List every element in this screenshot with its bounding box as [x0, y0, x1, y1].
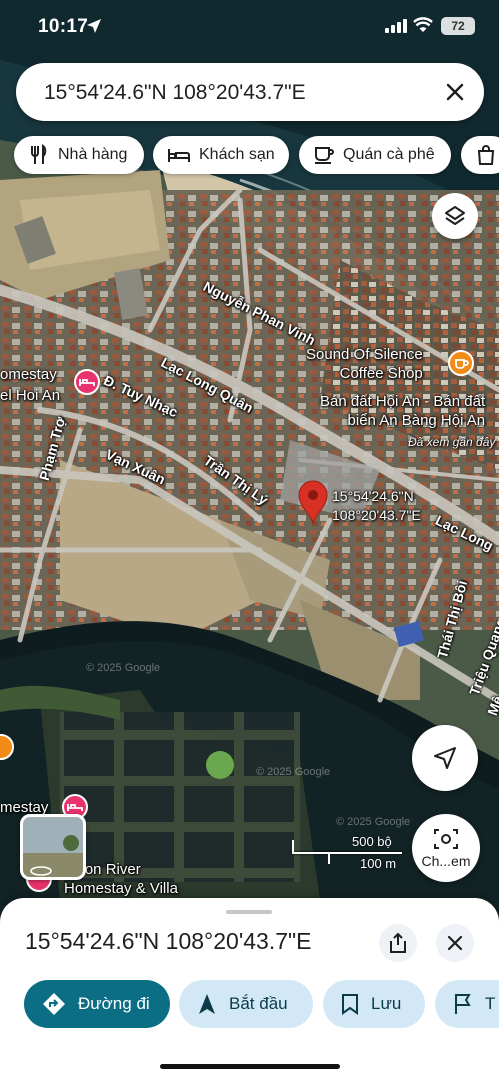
map-watermark: © 2025 Google — [336, 816, 411, 828]
shopping-bag-icon — [477, 145, 495, 165]
home-indicator[interactable] — [160, 1064, 340, 1069]
scale-imperial: 500 bộ — [352, 834, 392, 849]
location-arrow-icon — [87, 19, 101, 33]
close-icon[interactable] — [442, 79, 468, 105]
poi-label[interactable]: Bán đất Hội An - Bán đất biển An Bàng Hộ… — [320, 392, 485, 430]
map-watermark: © 2025 Google — [86, 662, 161, 674]
label-label: T — [485, 994, 496, 1013]
navigation-arrow-icon — [199, 994, 215, 1014]
share-icon — [390, 932, 406, 953]
share-button[interactable] — [379, 924, 417, 962]
close-sheet-button[interactable] — [436, 924, 474, 962]
layers-button[interactable] — [432, 193, 478, 239]
location-pin-icon — [298, 480, 328, 524]
recently-viewed-label: Đã xem gần đây — [408, 435, 496, 449]
status-bar: 10:17 72 — [0, 0, 499, 52]
drag-handle[interactable] — [226, 910, 272, 914]
bed-icon — [168, 149, 190, 162]
save-button[interactable]: Lưu — [323, 980, 425, 1028]
directions-icon — [43, 993, 65, 1015]
save-label: Lưu — [371, 994, 402, 1013]
chip-hotels[interactable]: Khách sạn — [153, 136, 289, 174]
camera-scan-icon — [434, 829, 458, 849]
label-button[interactable]: T — [435, 980, 499, 1028]
chip-restaurants[interactable]: Nhà hàng — [14, 136, 144, 174]
search-bar[interactable]: 15°54'24.6"N 108°20'43.7"E — [16, 63, 484, 121]
directions-label: Đường đi — [78, 994, 150, 1013]
poi-label[interactable]: el Hoi An — [0, 386, 60, 405]
search-query[interactable]: 15°54'24.6"N 108°20'43.7"E — [44, 81, 306, 105]
close-icon — [447, 935, 463, 951]
dropped-pin[interactable] — [298, 480, 328, 524]
battery-indicator: 72 — [441, 17, 475, 35]
pin-coordinates-label: 15°54'24.6"N 108°20'43.7"E — [332, 488, 421, 523]
bed-icon — [79, 379, 95, 386]
status-time: 10:17 — [38, 16, 89, 37]
bookmark-icon — [342, 994, 358, 1015]
start-label: Bắt đầu — [229, 994, 288, 1013]
hotel-poi-marker[interactable] — [74, 369, 100, 395]
camera-search-button[interactable]: Ch...em — [412, 814, 480, 882]
chip-label: Quán cà phê — [343, 146, 435, 163]
my-location-button[interactable] — [412, 725, 478, 791]
camera-button-label: Ch...em — [421, 853, 471, 869]
directions-button[interactable]: Đường đi — [24, 980, 170, 1028]
poi-label[interactable]: Sound Of Silence Coffee Shop — [306, 345, 423, 383]
chip-cafes[interactable]: Quán cà phê — [299, 136, 451, 174]
scale-metric: 100 m — [360, 856, 397, 871]
navigation-arrow-icon — [434, 747, 456, 769]
coffee-cup-icon — [455, 359, 469, 369]
fork-knife-icon — [31, 144, 47, 164]
chip-shopping[interactable] — [461, 136, 499, 174]
start-button[interactable]: Bắt đầu — [179, 980, 313, 1028]
street-view-thumbnail[interactable] — [20, 814, 86, 880]
chip-label: Khách sạn — [199, 146, 275, 163]
street-view-360-icon — [30, 866, 52, 876]
flag-icon — [455, 994, 471, 1014]
map-watermark: © 2025 Google — [256, 766, 331, 778]
wifi-icon — [413, 17, 433, 32]
coffee-poi-marker[interactable] — [448, 350, 474, 376]
place-title: 15°54'24.6"N 108°20'43.7"E — [25, 928, 312, 954]
chip-label: Nhà hàng — [58, 146, 128, 163]
map-scale: 500 bộ 100 m — [292, 834, 404, 874]
cellular-signal-icon — [385, 19, 407, 33]
coffee-cup-icon — [315, 147, 334, 164]
place-bottom-sheet[interactable]: 15°54'24.6"N 108°20'43.7"E Đường đi Bắt … — [0, 898, 499, 1080]
poi-label[interactable]: omestay — [0, 365, 57, 384]
layers-icon — [445, 206, 465, 225]
